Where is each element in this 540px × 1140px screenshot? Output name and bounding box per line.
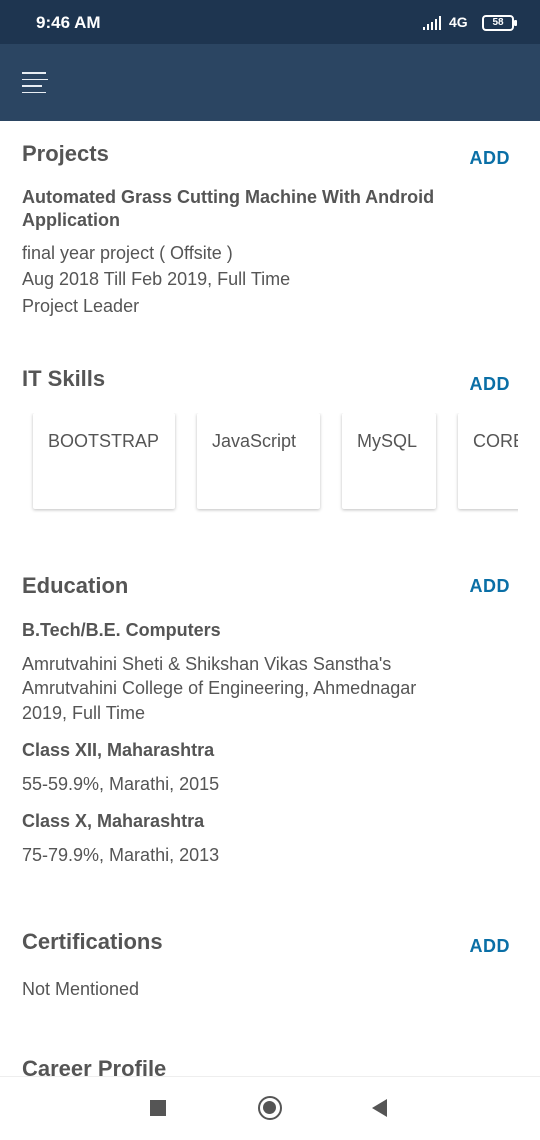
skill-card[interactable]: BOOTSTRAP bbox=[33, 413, 175, 509]
career-profile-title: Career Profile bbox=[22, 1056, 167, 1076]
education-year: 2019, Full Time bbox=[22, 703, 146, 723]
certifications-add-button[interactable]: ADD bbox=[470, 936, 511, 957]
projects-add-button[interactable]: ADD bbox=[470, 148, 511, 169]
certifications-value: Not Mentioned bbox=[22, 979, 140, 999]
education-institute-line1: Amrutvahini Sheti & Shikshan Vikas Sanst… bbox=[22, 654, 392, 674]
skill-label: JavaScript bbox=[212, 431, 297, 451]
network-type: 4G bbox=[449, 14, 468, 30]
skill-card[interactable]: MySQL bbox=[342, 413, 436, 509]
recents-icon[interactable] bbox=[150, 1100, 166, 1116]
education-add-button[interactable]: ADD bbox=[470, 576, 511, 597]
app-bar bbox=[0, 44, 540, 121]
education-class-x: Class X, Maharashtra bbox=[22, 811, 205, 831]
skill-card[interactable]: CORE bbox=[458, 413, 518, 509]
hamburger-menu-icon[interactable] bbox=[22, 72, 52, 96]
home-icon[interactable] bbox=[258, 1096, 282, 1120]
education-title: Education bbox=[22, 573, 129, 598]
skill-label: CORE bbox=[473, 431, 518, 451]
project-type: final year project ( Offsite ) bbox=[22, 243, 233, 263]
it-skills-add-button[interactable]: ADD bbox=[470, 374, 511, 395]
certifications-title: Certifications bbox=[22, 929, 163, 954]
project-name-line2: Application bbox=[22, 210, 120, 230]
status-time: 9:46 AM bbox=[36, 13, 101, 32]
project-duration: Aug 2018 Till Feb 2019, Full Time bbox=[22, 269, 291, 289]
project-role: Project Leader bbox=[22, 296, 140, 316]
skill-label: MySQL bbox=[357, 431, 418, 451]
education-class-xii-details: 55-59.9%, Marathi, 2015 bbox=[22, 774, 220, 794]
education-class-x-details: 75-79.9%, Marathi, 2013 bbox=[22, 845, 220, 865]
signal-icon bbox=[423, 16, 441, 30]
back-icon[interactable] bbox=[372, 1099, 387, 1117]
projects-title: Projects bbox=[22, 141, 109, 166]
skill-card[interactable]: JavaScript bbox=[197, 413, 320, 509]
skills-row[interactable]: BOOTSTRAP JavaScript MySQL CORE bbox=[0, 413, 518, 513]
education-degree: B.Tech/B.E. Computers bbox=[22, 620, 221, 640]
education-institute-line2: Amrutvahini College of Engineering, Ahme… bbox=[22, 678, 417, 698]
education-class-xii: Class XII, Maharashtra bbox=[22, 740, 215, 760]
skill-label: BOOTSTRAP bbox=[48, 431, 160, 451]
project-name-line1: Automated Grass Cutting Machine With And… bbox=[22, 187, 435, 207]
it-skills-title: IT Skills bbox=[22, 366, 106, 391]
status-bar: 9:46 AM 4G 58 bbox=[0, 0, 540, 44]
system-nav-bar bbox=[0, 1076, 540, 1140]
profile-content[interactable]: Projects ADD Automated Grass Cutting Mac… bbox=[0, 121, 540, 1076]
battery-level: 58 bbox=[492, 17, 504, 28]
battery-icon: 58 bbox=[482, 15, 517, 31]
